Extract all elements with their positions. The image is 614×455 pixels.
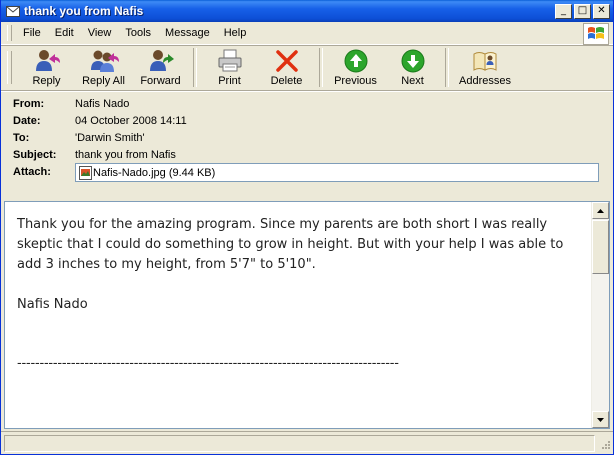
delete-label: Delete — [270, 75, 303, 87]
subject-value: thank you from Nafis — [75, 148, 176, 161]
message-body: Thank you for the amazing program. Since… — [5, 202, 592, 428]
triangle-up-icon — [597, 208, 604, 213]
from-value: Nafis Nado — [75, 97, 130, 110]
message-signature: Nafis Nado — [17, 297, 88, 312]
email-window: thank you from Nafis _ □ ✕ File Edit Vie… — [0, 0, 614, 455]
maximize-button[interactable]: □ — [574, 3, 591, 19]
toolbar-grip — [7, 51, 12, 84]
attach-label: Attach: — [13, 165, 51, 178]
date-value: 04 October 2008 14:11 — [75, 114, 187, 127]
printer-icon — [218, 49, 241, 72]
attachment-item[interactable]: Nafis-Nado.jpg (9.44 KB) — [79, 165, 216, 180]
toolbar: Reply Reply All Forward Print Delete Pre… — [1, 45, 613, 91]
menu-tools[interactable]: Tools — [118, 27, 158, 39]
menu-edit[interactable]: Edit — [48, 27, 81, 39]
menu-bar: File Edit View Tools Message Help — [1, 22, 613, 45]
message-paragraph: Thank you for the amazing program. Since… — [17, 217, 564, 272]
vertical-scrollbar[interactable] — [591, 202, 609, 428]
toolbar-separator — [193, 48, 197, 87]
reply-all-button[interactable]: Reply All — [75, 45, 132, 90]
triangle-down-icon — [597, 417, 604, 422]
status-pane — [4, 435, 595, 452]
reply-button[interactable]: Reply — [18, 45, 75, 90]
next-button[interactable]: Next — [384, 45, 441, 90]
toolbar-separator — [319, 48, 323, 87]
subject-label: Subject: — [13, 148, 57, 161]
from-row: From: Nafis Nado — [13, 95, 613, 112]
arrow-down-icon — [401, 49, 424, 73]
menu-file[interactable]: File — [16, 27, 48, 39]
resize-grip-icon[interactable] — [599, 440, 611, 452]
from-label: From: — [13, 97, 45, 110]
date-label: Date: — [13, 114, 41, 127]
subject-row: Subject: thank you from Nafis — [13, 146, 613, 163]
to-value: 'Darwin Smith' — [75, 131, 145, 144]
forward-label: Forward — [140, 75, 181, 87]
reply-label: Reply — [32, 75, 61, 87]
previous-button[interactable]: Previous — [327, 45, 384, 90]
toolbar-separator — [445, 48, 449, 87]
next-label: Next — [401, 75, 424, 87]
message-divider: ----------------------------------------… — [17, 356, 399, 371]
reply-all-icon — [90, 50, 119, 72]
status-bar — [1, 431, 613, 454]
scroll-thumb[interactable] — [592, 220, 609, 274]
address-book-icon — [473, 52, 497, 71]
close-button[interactable]: ✕ — [593, 3, 610, 19]
attachment-field: Nafis-Nado.jpg (9.44 KB) — [75, 163, 599, 182]
menu-grip — [7, 25, 12, 41]
menu-view[interactable]: View — [81, 27, 119, 39]
windows-logo-icon — [583, 23, 609, 45]
message-headers: From: Nafis Nado Date: 04 October 2008 1… — [1, 91, 613, 187]
delete-button[interactable]: Delete — [258, 45, 315, 90]
print-label: Print — [218, 75, 241, 87]
menu-help[interactable]: Help — [217, 27, 254, 39]
message-body-pane[interactable]: Thank you for the amazing program. Since… — [4, 201, 610, 429]
title-bar[interactable]: thank you from Nafis _ □ ✕ — [1, 0, 613, 22]
arrow-up-icon — [344, 49, 367, 73]
print-button[interactable]: Print — [201, 45, 258, 90]
reply-all-label: Reply All — [82, 75, 125, 87]
attachment-name: Nafis-Nado.jpg (9.44 KB) — [93, 166, 216, 179]
date-row: Date: 04 October 2008 14:11 — [13, 112, 613, 129]
forward-button[interactable]: Forward — [132, 45, 189, 90]
minimize-button[interactable]: _ — [555, 3, 572, 19]
previous-label: Previous — [334, 75, 377, 87]
image-file-icon — [79, 165, 92, 180]
delete-x-icon — [275, 50, 298, 72]
scroll-up-button[interactable] — [592, 202, 609, 219]
scroll-down-button[interactable] — [592, 411, 609, 428]
addresses-button[interactable]: Addresses — [453, 45, 517, 90]
to-label: To: — [13, 131, 30, 144]
menu-message[interactable]: Message — [158, 27, 217, 39]
addresses-label: Addresses — [459, 75, 511, 87]
envelope-icon — [6, 5, 20, 17]
window-title: thank you from Nafis — [24, 4, 144, 18]
forward-icon — [149, 50, 174, 71]
reply-icon — [35, 50, 60, 71]
to-row: To: 'Darwin Smith' — [13, 129, 613, 146]
